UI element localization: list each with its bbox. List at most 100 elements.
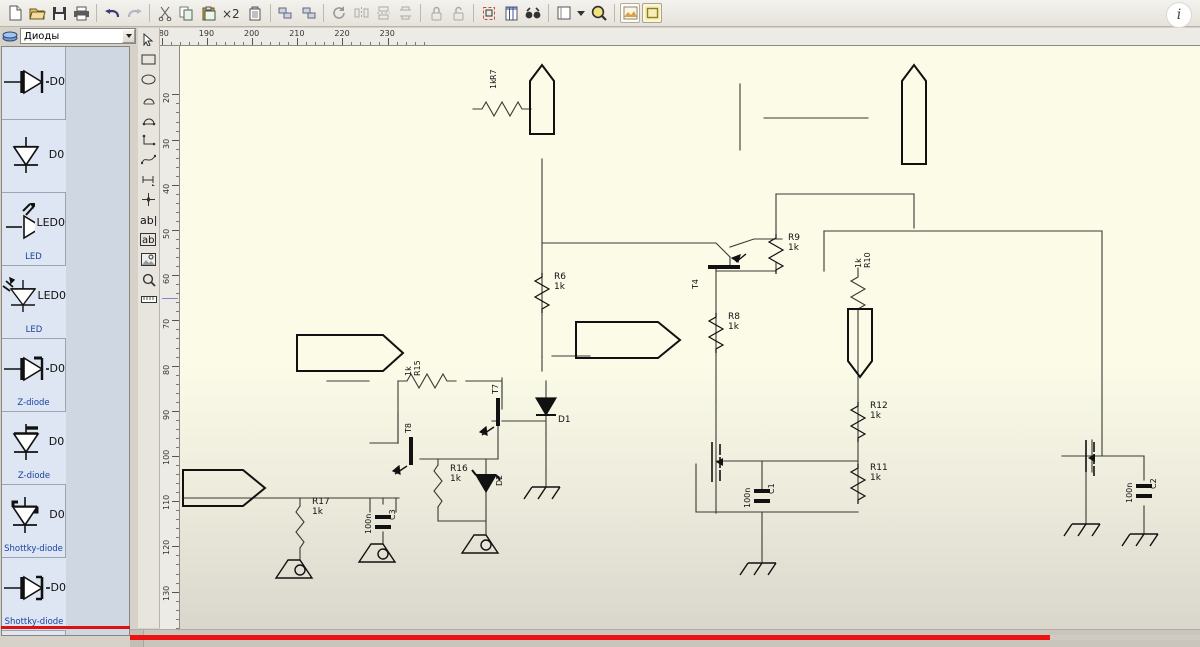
schematic-drawing[interactable]: R7 1k R6 1k R8 1k R9 1k R10 1k R12 1k R1… [180,46,1200,629]
ruler-label: 50 [162,228,171,239]
ruler-label: 120 [162,540,171,556]
category-select[interactable]: Диоды [20,28,136,44]
lock-button[interactable] [426,3,446,23]
redo-button[interactable] [124,3,144,23]
ruler-minor-tick [176,437,179,439]
cut-button[interactable] [155,3,175,23]
ruler-tick [387,38,389,45]
image-view-button[interactable] [620,3,640,23]
ruler-tick [172,230,179,231]
transistor-T4 [708,253,747,269]
symbol-palette[interactable]: D0 D0 LED0 LED LED0 LED D0 Z-diode D0 Z-diode D0 Sh… [1,46,130,636]
zener-left-icon: D0 [2,339,65,398]
ruler-minor-tick [176,202,179,204]
palette-item-Z-diode[interactable]: D0 Z-diode [2,339,66,412]
ruler-tick [342,38,344,45]
palette-item-Shottky-diode[interactable]: D0 Shottky-diode [2,485,66,558]
align-left-button[interactable] [276,3,296,23]
mirror-x-button[interactable] [351,3,371,23]
ruler-minor-tick [176,103,179,105]
ruler-minor-tick [176,329,179,331]
copy-button[interactable] [177,3,197,23]
component-label-R11: R11 [870,463,888,473]
find-button[interactable] [523,3,543,23]
grid-toggle-button[interactable] [501,3,521,23]
palette-item-Shottky-diode[interactable]: D0 Shottky-diode [2,558,66,631]
chevron-down-icon[interactable] [576,3,587,23]
component-label-D2: D2 [495,475,504,486]
ruler-tick [172,320,179,322]
ruler-label: 20 [162,93,171,104]
paste-button[interactable] [199,3,219,23]
svg-text:×2: ×2 [222,7,240,20]
mosfet-left [711,442,723,482]
crosshair-icon[interactable] [139,190,158,209]
save-document-button[interactable] [49,3,69,23]
palette-item-diode-left[interactable]: D0 [2,47,66,120]
align-right-button[interactable] [298,3,318,23]
horizontal-scrollbar[interactable] [130,629,1200,647]
curve-icon[interactable] [139,150,158,169]
open-document-button[interactable] [27,3,47,23]
distribute-button[interactable] [395,3,415,23]
ruler-minor-tick [176,609,179,611]
ruler-tick [172,546,179,548]
palette-item-LED[interactable]: LED0 LED [2,266,66,339]
page-view-button[interactable] [554,3,574,23]
text-abl-icon[interactable]: ab| [139,210,158,229]
component-value-R6: 1k [554,282,566,292]
toolbar-separator [270,4,271,22]
palette-item-LED[interactable]: LED0 LED [2,193,66,266]
svg-text:ab: ab [142,235,154,246]
schottky-left-icon: D0 [2,558,66,617]
palette-item-tunnel-diode[interactable]: D0tunnel-diode [2,631,66,635]
frame-view-button[interactable] [642,3,662,23]
arc-icon[interactable] [139,90,158,109]
mirror-y-button[interactable] [373,3,393,23]
schematic-canvas[interactable]: R7 1k R6 1k R8 1k R9 1k R10 1k R12 1k R1… [180,46,1200,629]
unlock-button[interactable] [448,3,468,23]
delete-button[interactable] [245,3,265,23]
zoom-tool-button[interactable] [589,3,609,23]
dimension-icon[interactable] [139,170,158,189]
toolbar-separator [614,4,615,22]
magnifier-icon[interactable] [139,270,158,289]
diode-up-icon: D0 [2,120,66,189]
ruler-minor-tick [333,42,335,45]
component-label-D1: D1 [558,415,571,425]
pie-shape-icon[interactable] [139,110,158,129]
ellipse-icon[interactable] [139,70,158,89]
toolbar-separator [473,4,474,22]
rectangle-icon[interactable] [139,50,158,69]
duplicate-button[interactable]: ×2 [221,3,243,23]
ruler-minor-tick [224,42,226,45]
ruler-minor-tick [197,42,199,45]
ruler-minor-tick [176,356,179,358]
ruler-tick [297,38,299,45]
print-document-button[interactable] [71,3,91,23]
ruler-minor-tick [176,555,179,557]
toolbar-separator [548,4,549,22]
component-value-R7: 1k [489,79,498,89]
polyline-icon[interactable] [139,130,158,149]
ruler-icon[interactable] [139,290,158,309]
ruler-minor-tick [270,42,272,45]
new-document-button[interactable] [5,3,25,23]
ruler-label: 220 [334,29,350,38]
rotate-button[interactable] [329,3,349,23]
info-badge[interactable]: i [1166,2,1192,28]
ruler-minor-tick [176,166,179,168]
cursor-arrow-icon[interactable] [139,30,158,49]
ruler-label: 30 [162,138,171,149]
ruler-tick [172,410,179,412]
ruler-minor-tick [351,42,353,45]
palette-item-Z-diode[interactable]: D0 Z-diode [2,412,66,485]
image-placeholder-icon[interactable] [139,250,158,269]
chevron-down-icon[interactable] [122,29,135,43]
text-ab-icon[interactable]: ab [139,230,158,249]
undo-button[interactable] [102,3,122,23]
palette-item-label: LED [25,325,43,335]
palette-item-diode-up[interactable]: D0 [2,120,66,193]
ruler-minor-tick [176,383,179,385]
selection-box-button[interactable] [479,3,499,23]
